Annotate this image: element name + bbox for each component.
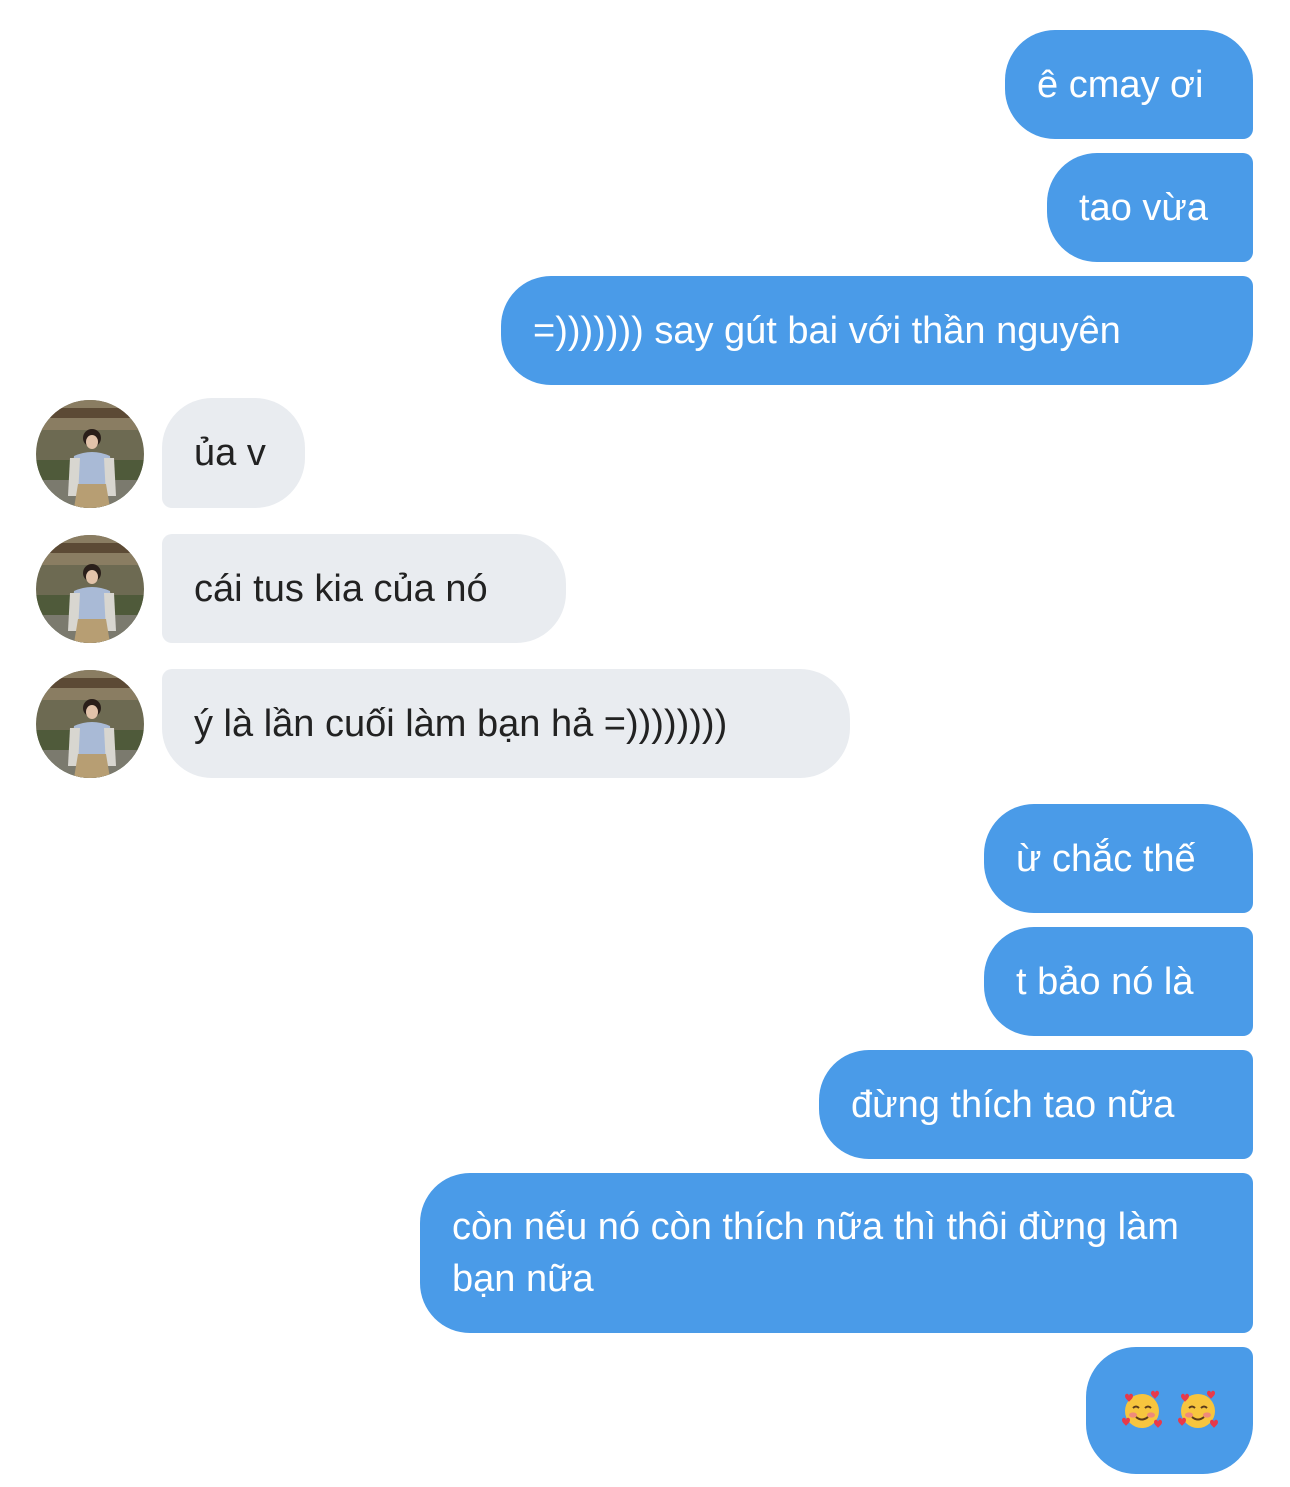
smiling-face-with-hearts-icon	[1177, 1390, 1219, 1432]
smiling-face-with-hearts-icon	[1121, 1390, 1163, 1432]
message-text: ý là lần cuối làm bạn hả =))))))))	[194, 702, 728, 745]
message-text: cái tus kia của nó	[194, 567, 488, 610]
message-text: còn nếu nó còn thích nữa thì thôi đừng l…	[452, 1206, 1179, 1300]
message-bubble-incoming[interactable]: cái tus kia của nó	[162, 534, 566, 643]
message-bubble-incoming[interactable]: ủa v	[162, 398, 305, 508]
message-text: =))))))) say gút bai với thần nguyên	[533, 309, 1121, 352]
message-text: t bảo nó là	[1016, 960, 1194, 1003]
message-bubble-outgoing[interactable]: đừng thích tao nữa	[819, 1050, 1253, 1159]
message-text: ủa v	[194, 432, 266, 474]
message-text: đừng thích tao nữa	[851, 1083, 1175, 1126]
message-bubble-outgoing[interactable]: ừ chắc thế	[984, 804, 1253, 913]
contact-avatar[interactable]	[36, 400, 144, 508]
message-bubble-outgoing-emoji[interactable]	[1086, 1347, 1253, 1474]
message-text: tao vừa	[1079, 186, 1208, 229]
message-text: ừ chắc thế	[1016, 837, 1196, 880]
message-bubble-outgoing[interactable]: ê cmay ơi	[1005, 30, 1253, 139]
message-text: ê cmay ơi	[1037, 63, 1204, 106]
message-bubble-incoming[interactable]: ý là lần cuối làm bạn hả =))))))))	[162, 669, 850, 778]
message-bubble-outgoing[interactable]: t bảo nó là	[984, 927, 1253, 1036]
message-bubble-outgoing[interactable]: =))))))) say gút bai với thần nguyên	[501, 276, 1253, 385]
message-bubble-outgoing[interactable]: tao vừa	[1047, 153, 1253, 262]
contact-avatar[interactable]	[36, 670, 144, 778]
contact-avatar[interactable]	[36, 535, 144, 643]
emoji-row	[1086, 1390, 1253, 1432]
message-bubble-outgoing[interactable]: còn nếu nó còn thích nữa thì thôi đừng l…	[420, 1173, 1253, 1333]
